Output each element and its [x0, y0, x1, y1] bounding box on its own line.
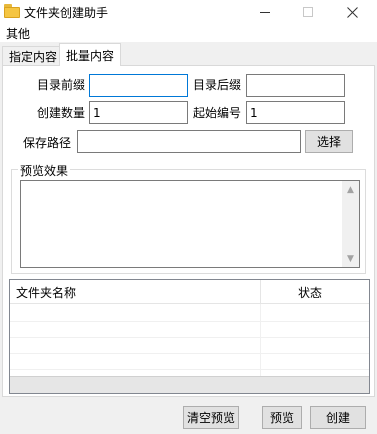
clear-preview-button[interactable]: 清空预览 [183, 406, 239, 429]
create-button-label: 创建 [325, 411, 350, 425]
column-divider[interactable] [260, 280, 261, 304]
folder-list[interactable]: 文件夹名称 状态 [9, 279, 370, 394]
create-button[interactable]: 创建 [310, 406, 366, 429]
create-count-label: 创建数量 [37, 106, 86, 120]
folder-list-header: 文件夹名称 状态 [10, 280, 369, 304]
tab-batch-content[interactable]: 批量内容 [59, 43, 122, 66]
maximize-icon [303, 7, 313, 17]
close-icon [346, 6, 358, 18]
tab-specified-content[interactable]: 指定内容 [2, 46, 65, 66]
minimize-button[interactable] [245, 0, 285, 24]
preview-group: 预览效果 ▲ ▼ [11, 162, 366, 274]
menu-item-other[interactable]: 其他 [6, 25, 30, 42]
list-horizontal-scrollbar[interactable] [10, 376, 369, 393]
window-title: 文件夹创建助手 [24, 6, 109, 20]
dir-suffix-input[interactable] [246, 74, 345, 97]
preview-button[interactable]: 预览 [262, 406, 302, 429]
folder-icon [4, 4, 20, 18]
grid-line [10, 337, 369, 338]
batch-content-panel: 目录前缀 目录后缀 创建数量 起始编号 保存路径 选择 预览效果 ▲ ▼ [2, 65, 375, 397]
grid-line [10, 369, 369, 370]
column-header-folder-name[interactable]: 文件夹名称 [16, 280, 76, 304]
column-header-label: 文件夹名称 [16, 285, 77, 300]
dir-prefix-label: 目录前缀 [37, 78, 86, 92]
preview-button-label: 预览 [269, 411, 294, 425]
scroll-up-icon[interactable]: ▲ [342, 181, 359, 198]
dir-prefix-input[interactable] [89, 74, 188, 97]
title-bar: 文件夹创建助手 [0, 0, 377, 24]
select-path-button[interactable]: 选择 [305, 130, 353, 153]
clear-preview-button-label: 清空预览 [186, 411, 235, 425]
client-area: 指定内容 批量内容 目录前缀 目录后缀 创建数量 起始编号 保存路径 选择 预览… [0, 42, 377, 434]
select-path-button-label: 选择 [316, 135, 341, 149]
column-header-status[interactable]: 状态 [298, 280, 322, 304]
save-path-input[interactable] [77, 130, 301, 153]
grid-line [10, 353, 369, 354]
column-header-label: 状态 [298, 285, 323, 300]
preview-group-legend: 预览效果 [18, 162, 71, 179]
save-path-label: 保存路径 [23, 136, 72, 150]
start-number-input[interactable] [246, 101, 345, 124]
grid-line [260, 304, 261, 378]
preview-textarea[interactable]: ▲ ▼ [20, 180, 360, 268]
maximize-button[interactable] [288, 0, 328, 24]
minimize-icon [260, 11, 270, 13]
close-button[interactable] [332, 0, 372, 24]
tab-label: 批量内容 [66, 48, 115, 63]
grid-line [10, 321, 369, 322]
menu-bar: 其他 [0, 24, 377, 42]
scroll-down-icon[interactable]: ▼ [342, 250, 359, 267]
start-number-label: 起始编号 [193, 106, 242, 120]
dir-suffix-label: 目录后缀 [193, 78, 242, 92]
create-count-input[interactable] [89, 101, 188, 124]
preview-scrollbar[interactable]: ▲ ▼ [342, 181, 359, 267]
tab-label: 指定内容 [9, 50, 58, 64]
